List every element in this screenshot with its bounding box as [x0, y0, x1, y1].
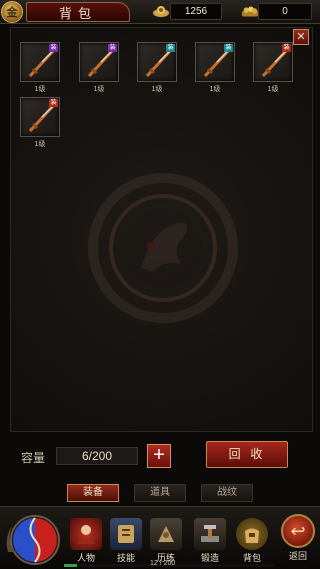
item-slot[interactable]: 装: [20, 97, 60, 137]
bag-icon: [236, 518, 268, 550]
tab-items[interactable]: 道具: [134, 484, 186, 502]
ingot-icon: [151, 1, 171, 21]
item-slot[interactable]: 装: [195, 42, 235, 82]
inventory-item[interactable]: 装 1级: [137, 42, 177, 94]
forge-icon: [194, 518, 226, 550]
inventory-item[interactable]: 装 1级: [20, 97, 60, 149]
item-slot[interactable]: 装: [79, 42, 119, 82]
inventory-item[interactable]: 装 1级: [195, 42, 235, 94]
equip-tag: 装: [49, 44, 58, 52]
nav-label: 背包: [242, 553, 261, 563]
equip-tag: 装: [49, 99, 58, 107]
nav-label: 技能: [116, 553, 135, 563]
recycle-button[interactable]: 回 收: [206, 441, 288, 468]
item-level: 1级: [267, 86, 279, 93]
item-slot[interactable]: 装: [253, 42, 293, 82]
hp-mp-orb-icon: [6, 515, 60, 565]
inventory-item[interactable]: 装 1级: [79, 42, 119, 94]
dragon-emblem-icon: [88, 173, 238, 323]
equip-tag: 装: [224, 44, 233, 52]
expand-capacity-button[interactable]: +: [147, 444, 171, 468]
exp-text: 12 / 200: [150, 560, 176, 567]
equip-tag: 装: [108, 44, 117, 52]
item-slot[interactable]: 装: [20, 42, 60, 82]
equip-tag: 装: [282, 44, 291, 52]
tab-battle-patterns[interactable]: 战纹: [201, 484, 253, 502]
back-label: 返回: [288, 551, 307, 561]
item-level: 1级: [34, 141, 46, 148]
nav-forge[interactable]: 锻造: [190, 518, 230, 564]
back-button[interactable]: ↩ 返回: [277, 514, 319, 562]
page-title: 背包: [26, 2, 130, 22]
capacity-label: 容量: [21, 451, 46, 465]
nav-skill[interactable]: 技能: [106, 518, 146, 564]
nav-label: 人物: [76, 553, 95, 563]
vip-badge-icon[interactable]: 金: [1, 1, 23, 23]
skill-icon: [110, 518, 142, 550]
gold-pile-icon: [240, 1, 260, 21]
back-arrow-icon: ↩: [281, 514, 315, 548]
item-slot[interactable]: 装: [137, 42, 177, 82]
tab-equipment[interactable]: 装备: [67, 484, 119, 502]
close-button[interactable]: ✕: [293, 29, 309, 45]
capacity-value: 6/200: [56, 447, 138, 465]
nav-bag[interactable]: 背包: [232, 518, 272, 564]
inventory-item[interactable]: 装 1级: [253, 42, 293, 94]
exp-bar-fill: [64, 564, 77, 567]
equip-tag: 装: [166, 44, 175, 52]
character-icon: [70, 518, 102, 550]
training-icon: [150, 518, 182, 550]
resource-ingot-value: 1256: [170, 3, 222, 20]
nav-character[interactable]: 人物: [66, 518, 106, 564]
item-level: 1级: [209, 86, 221, 93]
inventory-panel: ✕ 装 1级 装 1级 装 1级 装 1级 装 1级 装 1级: [10, 27, 313, 432]
nav-training[interactable]: 历练: [146, 518, 186, 564]
item-level: 1级: [93, 86, 105, 93]
nav-label: 锻造: [200, 553, 219, 563]
resource-gold-value: 0: [258, 3, 312, 20]
item-level: 1级: [34, 86, 46, 93]
item-level: 1级: [151, 86, 163, 93]
top-bar: 金 背包 1256 0: [0, 0, 320, 24]
inventory-item[interactable]: 装 1级: [20, 42, 60, 94]
